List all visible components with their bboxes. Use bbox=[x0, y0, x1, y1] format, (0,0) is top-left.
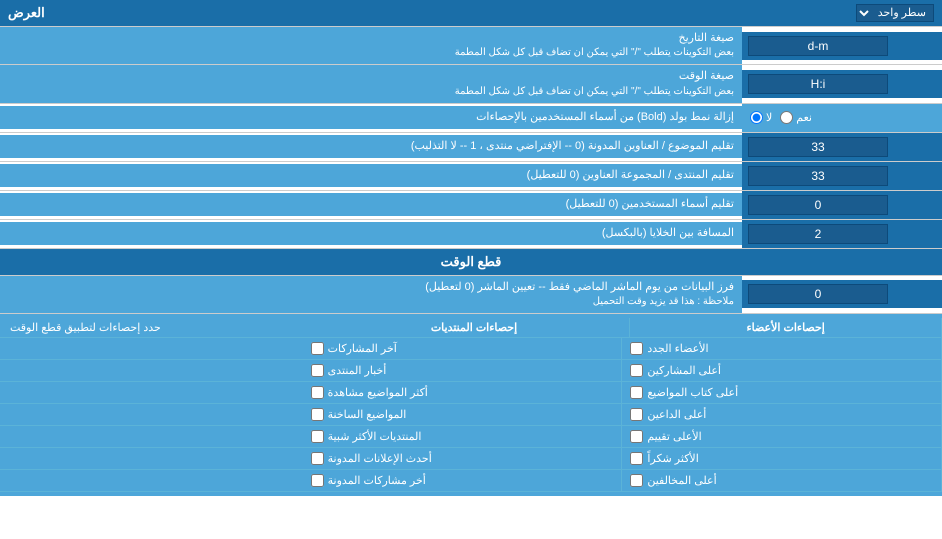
realtime-input-cell bbox=[742, 280, 942, 308]
col2-checkbox-5[interactable] bbox=[311, 452, 324, 465]
col2-checkbox-3[interactable] bbox=[311, 408, 324, 421]
radio-yes-label[interactable]: نعم bbox=[780, 111, 812, 124]
col1-item-3[interactable]: أعلى الداعين bbox=[622, 404, 942, 426]
col2-item-0[interactable]: آخر المشاركات bbox=[303, 338, 623, 360]
stats-row-3: أعلى الداعينالمواضيع الساخنة bbox=[0, 404, 942, 426]
col2-item-1[interactable]: أخبار المنتدى bbox=[303, 360, 623, 382]
col3-item-0 bbox=[0, 338, 303, 360]
col1-item-5[interactable]: الأكثر شكراً bbox=[622, 448, 942, 470]
stats-row-5: الأكثر شكراًأحدث الإعلانات المدونة bbox=[0, 448, 942, 470]
col3-item-4 bbox=[0, 426, 303, 448]
col3-item-2 bbox=[0, 382, 303, 404]
col1-checkbox-6[interactable] bbox=[630, 474, 643, 487]
bold-remove-label: إزالة نمط بولد (Bold) من أسماء المستخدمي… bbox=[0, 106, 742, 129]
time-format-input[interactable] bbox=[748, 74, 888, 94]
radio-no[interactable] bbox=[750, 111, 763, 124]
display-dropdown-wrap[interactable]: سطر واحدسطرينثلاثة أسطر bbox=[856, 4, 934, 22]
topic-order-input-cell bbox=[742, 133, 942, 161]
col1-item-4[interactable]: الأعلى تقييم bbox=[622, 426, 942, 448]
bold-remove-row: نعم لا إزالة نمط بولد (Bold) من أسماء ال… bbox=[0, 104, 942, 133]
col1-item-0[interactable]: الأعضاء الجدد bbox=[622, 338, 942, 360]
user-names-input[interactable] bbox=[748, 195, 888, 215]
main-container: سطر واحدسطرينثلاثة أسطر العرض صيغة التار… bbox=[0, 0, 942, 539]
stats-row-0: الأعضاء الجددآخر المشاركات bbox=[0, 338, 942, 360]
col1-checkbox-5[interactable] bbox=[630, 452, 643, 465]
col2-item-3[interactable]: المواضيع الساخنة bbox=[303, 404, 623, 426]
col3-item-5 bbox=[0, 448, 303, 470]
date-format-input[interactable] bbox=[748, 36, 888, 56]
col1-checkbox-3[interactable] bbox=[630, 408, 643, 421]
cell-spacing-input[interactable] bbox=[748, 224, 888, 244]
stats-row-4: الأعلى تقييمالمنتديات الأكثر شبية bbox=[0, 426, 942, 448]
topic-order-row: تقليم الموضوع / العناوين المدونة (0 -- ا… bbox=[0, 133, 942, 162]
col3-item-1 bbox=[0, 360, 303, 382]
col1-item-6[interactable]: أعلى المخالفين bbox=[622, 470, 942, 492]
col2-checkbox-4[interactable] bbox=[311, 430, 324, 443]
limit-label: حدد إحصاءات لتطبيق قطع الوقت bbox=[0, 318, 319, 337]
col1-checkbox-4[interactable] bbox=[630, 430, 643, 443]
bottom-section: إحصاءات الأعضاء إحصاءات المنتديات حدد إح… bbox=[0, 314, 942, 496]
col2-item-6[interactable]: أخر مشاركات المدونة bbox=[303, 470, 623, 492]
forum-order-input-cell bbox=[742, 162, 942, 190]
col1-checkbox-1[interactable] bbox=[630, 364, 643, 377]
forum-order-row: تقليم المنتدى / المجموعة العناوين (0 للت… bbox=[0, 162, 942, 191]
topic-order-label: تقليم الموضوع / العناوين المدونة (0 -- ا… bbox=[0, 135, 742, 158]
col3-item-6 bbox=[0, 470, 303, 492]
user-names-input-cell bbox=[742, 191, 942, 219]
stats-row-2: أعلى كتاب المواضيعأكثر المواضيع مشاهدة bbox=[0, 382, 942, 404]
checkbox-rows-container: الأعضاء الجددآخر المشاركاتأعلى المشاركين… bbox=[0, 338, 942, 492]
date-format-label: صيغة التاريخ بعض التكوينات يتطلب "/" الت… bbox=[0, 27, 742, 64]
top-header-row: سطر واحدسطرينثلاثة أسطر العرض bbox=[0, 0, 942, 27]
col3-item-3 bbox=[0, 404, 303, 426]
forum-order-input[interactable] bbox=[748, 166, 888, 186]
page-title: العرض bbox=[8, 5, 45, 21]
col2-checkbox-6[interactable] bbox=[311, 474, 324, 487]
time-format-row: صيغة الوقت بعض التكوينات يتطلب "/" التي … bbox=[0, 65, 942, 103]
col2-checkbox-0[interactable] bbox=[311, 342, 324, 355]
cell-spacing-row: المسافة بين الخلايا (بالبكسل) bbox=[0, 220, 942, 249]
date-format-input-cell bbox=[742, 32, 942, 60]
realtime-input[interactable] bbox=[748, 284, 888, 304]
col2-item-5[interactable]: أحدث الإعلانات المدونة bbox=[303, 448, 623, 470]
user-names-label: تقليم أسماء المستخدمين (0 للتعطيل) bbox=[0, 193, 742, 216]
display-dropdown[interactable]: سطر واحدسطرينثلاثة أسطر bbox=[856, 4, 934, 22]
realtime-row: فرز البيانات من يوم الماشر الماضي فقط --… bbox=[0, 276, 942, 314]
stats-row-6: أعلى المخالفينأخر مشاركات المدونة bbox=[0, 470, 942, 492]
time-format-label: صيغة الوقت بعض التكوينات يتطلب "/" التي … bbox=[0, 65, 742, 102]
col2-item-4[interactable]: المنتديات الأكثر شبية bbox=[303, 426, 623, 448]
radio-no-label[interactable]: لا bbox=[750, 111, 772, 124]
cell-spacing-input-cell bbox=[742, 220, 942, 248]
col1-item-2[interactable]: أعلى كتاب المواضيع bbox=[622, 382, 942, 404]
time-format-input-cell bbox=[742, 70, 942, 98]
col1-checkbox-2[interactable] bbox=[630, 386, 643, 399]
col2-item-2[interactable]: أكثر المواضيع مشاهدة bbox=[303, 382, 623, 404]
stats-row-1: أعلى المشاركينأخبار المنتدى bbox=[0, 360, 942, 382]
realtime-section-header: قطع الوقت bbox=[0, 249, 942, 276]
col1-header: إحصاءات الأعضاء bbox=[630, 318, 942, 337]
col1-item-1[interactable]: أعلى المشاركين bbox=[622, 360, 942, 382]
bold-remove-radio-cell: نعم لا bbox=[742, 104, 942, 132]
col2-checkbox-2[interactable] bbox=[311, 386, 324, 399]
radio-yes[interactable] bbox=[780, 111, 793, 124]
cell-spacing-label: المسافة بين الخلايا (بالبكسل) bbox=[0, 222, 742, 245]
stats-col-headers: إحصاءات الأعضاء إحصاءات المنتديات حدد إح… bbox=[0, 318, 942, 338]
forum-order-label: تقليم المنتدى / المجموعة العناوين (0 للت… bbox=[0, 164, 742, 187]
date-format-row: صيغة التاريخ بعض التكوينات يتطلب "/" الت… bbox=[0, 27, 942, 65]
col2-header: إحصاءات المنتديات bbox=[319, 318, 631, 337]
topic-order-input[interactable] bbox=[748, 137, 888, 157]
user-names-row: تقليم أسماء المستخدمين (0 للتعطيل) bbox=[0, 191, 942, 220]
col2-checkbox-1[interactable] bbox=[311, 364, 324, 377]
realtime-label: فرز البيانات من يوم الماشر الماضي فقط --… bbox=[0, 276, 742, 313]
col1-checkbox-0[interactable] bbox=[630, 342, 643, 355]
